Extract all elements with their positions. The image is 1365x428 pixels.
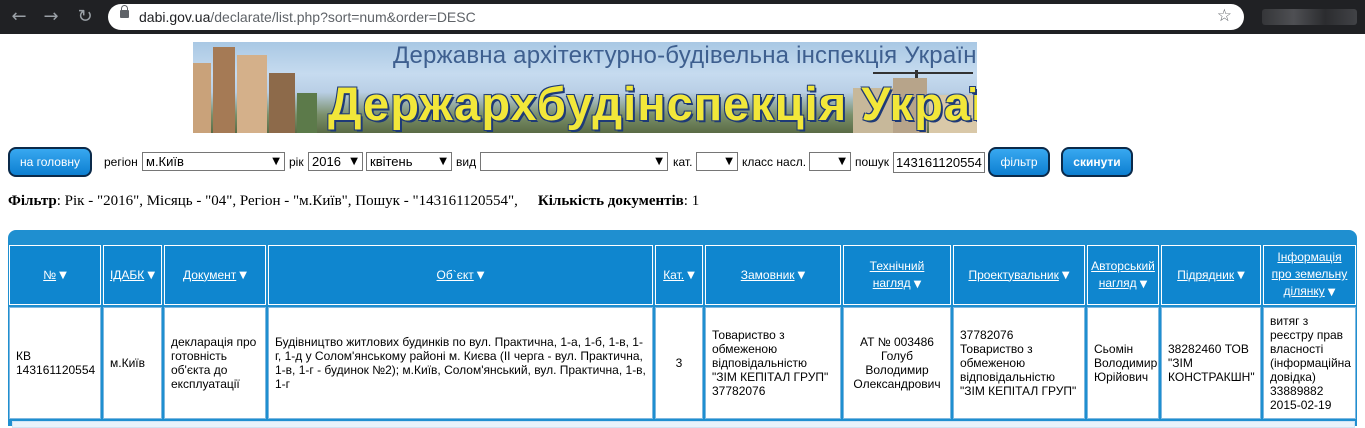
year-select[interactable]: 2016 ▼ <box>308 152 363 171</box>
sort-link-designer[interactable]: Проектувальник <box>968 267 1058 284</box>
sort-triangle-icon: ▼ <box>476 269 485 281</box>
chevron-down-icon: ▼ <box>350 156 358 167</box>
sort-triangle-icon: ▼ <box>1327 287 1336 298</box>
cell-tech-supervision: АТ № 003486 Голуб Володимир Олександрови… <box>843 307 951 419</box>
banner-building <box>237 55 267 133</box>
cell-number: КВ 143161120554 <box>9 307 101 419</box>
sort-link-idabk[interactable]: ІДАБК <box>110 267 144 284</box>
kind-select[interactable]: ▼ <box>480 152 668 171</box>
url-host: dabi.gov.ua <box>139 9 211 25</box>
sort-triangle-icon: ▼ <box>239 269 247 281</box>
filter-summary-label: Фільтр <box>8 193 57 209</box>
column-header-idabk[interactable]: ІДАБК ▼ <box>103 245 162 305</box>
region-select-value: м.Київ <box>146 154 184 169</box>
cell-designer: 37782076 Товариство з обмеженою відповід… <box>953 307 1085 419</box>
sort-triangle-icon: ▼ <box>797 269 806 281</box>
cell-customer: Товариство з обмеженою відповідальністю … <box>705 307 841 419</box>
column-header-author-supervision[interactable]: Авторський нагляд ▼ <box>1087 245 1159 305</box>
month-select-value: квітень <box>370 154 413 169</box>
column-header-number[interactable]: № ▼ <box>9 245 101 305</box>
table-bottom-edge <box>12 421 1355 428</box>
region-select[interactable]: м.Київ ▼ <box>142 152 285 171</box>
sort-triangle-icon: ▼ <box>913 278 922 290</box>
column-header-designer[interactable]: Проектувальник ▼ <box>953 245 1085 305</box>
sort-triangle-icon: ▼ <box>1061 269 1070 281</box>
cell-land-info: витяг з реєстру прав власності (інформац… <box>1263 307 1356 419</box>
sort-link-contractor[interactable]: Підрядник <box>1177 267 1234 284</box>
sort-triangle-icon: ▼ <box>1237 269 1245 281</box>
sort-triangle-icon: ▼ <box>59 269 67 281</box>
year-label: рік <box>289 155 304 169</box>
chevron-down-icon: ▼ <box>272 156 280 167</box>
banner-building <box>213 47 235 133</box>
year-select-value: 2016 <box>312 154 341 169</box>
forward-arrow-icon[interactable]: → <box>40 6 62 28</box>
chevron-down-icon: ▼ <box>439 156 447 167</box>
kind-label: вид <box>456 155 477 169</box>
reset-button[interactable]: скинути <box>1061 147 1133 177</box>
header-banner: Державна архітектурно-будівельна інспекц… <box>193 42 977 133</box>
region-label: регіон <box>104 155 138 169</box>
back-arrow-icon[interactable]: ← <box>8 6 30 28</box>
address-bar[interactable]: dabi.gov.ua/declarate/list.php?sort=num&… <box>108 4 1244 30</box>
lock-icon <box>120 5 129 18</box>
sort-link-document[interactable]: Документ <box>183 267 236 284</box>
sort-triangle-icon: ▼ <box>687 269 695 281</box>
declarations-table: № ▼ ІДАБК ▼ Документ ▼ Об`єкт ▼ Кат. ▼ Замовн… <box>8 230 1357 428</box>
url-text: dabi.gov.ua/declarate/list.php?sort=num&… <box>139 9 476 25</box>
column-header-customer[interactable]: Замовник ▼ <box>705 245 841 305</box>
banner-title: Держархбудінспекція України <box>328 77 977 130</box>
sort-triangle-icon: ▼ <box>1139 278 1148 290</box>
browser-toolbar: ← → ↻ dabi.gov.ua/declarate/list.php?sor… <box>0 0 1365 34</box>
column-header-contractor[interactable]: Підрядник ▼ <box>1161 245 1261 305</box>
document-count-label: Кількість документів <box>537 193 684 209</box>
class-select[interactable]: ▼ <box>809 152 851 171</box>
filter-summary-text: : Рік - "2016", Місяць - "04", Регіон - … <box>56 193 518 209</box>
column-header-object[interactable]: Об`єкт ▼ <box>268 245 653 305</box>
column-header-document[interactable]: Документ ▼ <box>164 245 266 305</box>
chevron-down-icon: ▼ <box>655 156 663 167</box>
url-path: /declarate/list.php?sort=num&order=DESC <box>210 9 476 25</box>
filter-summary: Фільтр: Рік - "2016", Місяць - "04", Рег… <box>8 193 699 210</box>
chevron-down-icon: ▼ <box>725 156 733 167</box>
cell-document: декларація про готовність об'єкта до екс… <box>164 307 266 419</box>
banner-building <box>193 63 211 133</box>
column-header-tech-supervision[interactable]: Технічний нагляд ▼ <box>843 245 951 305</box>
category-select[interactable]: ▼ <box>696 152 738 171</box>
cell-idabk: м.Київ <box>103 307 162 419</box>
cell-category: 3 <box>655 307 703 419</box>
bookmark-star-icon[interactable]: ☆ <box>1217 6 1232 26</box>
cell-contractor: 38282460 ТОВ "ЗІМ КОНСТРАКШН" <box>1161 307 1261 419</box>
sort-link-number[interactable]: № <box>43 267 56 284</box>
sort-link-category[interactable]: Кат. <box>663 267 684 284</box>
cell-author-supervision: Сьомін Володимир Юрійович <box>1087 307 1159 419</box>
sort-triangle-icon: ▼ <box>147 269 156 281</box>
search-input[interactable]: 143161120554 <box>893 152 985 173</box>
banner-tree <box>297 93 317 133</box>
search-label: пошук <box>855 155 890 169</box>
filter-button[interactable]: фільтр <box>988 147 1050 177</box>
month-select[interactable]: квітень ▼ <box>366 152 452 171</box>
banner-building <box>269 73 295 133</box>
sort-link-object[interactable]: Об`єкт <box>437 267 474 284</box>
chevron-down-icon: ▼ <box>838 156 846 167</box>
category-label: кат. <box>673 155 693 169</box>
document-count-value: : 1 <box>683 193 700 209</box>
cell-object: Будівництво житлових будинків по вул. Пр… <box>268 307 653 419</box>
column-header-land-info[interactable]: Інформація про земельну ділянку ▼ <box>1263 245 1356 305</box>
reload-icon[interactable]: ↻ <box>74 6 96 28</box>
home-button[interactable]: на головну <box>8 147 92 177</box>
column-header-category[interactable]: Кат. ▼ <box>655 245 703 305</box>
banner-subtitle: Державна архітектурно-будівельна інспекц… <box>393 42 977 69</box>
profile-area <box>1262 9 1357 25</box>
sort-link-land-info[interactable]: Інформація про земельну ділянку <box>1272 250 1348 298</box>
class-label: класс насл. <box>742 155 807 169</box>
banner-crane <box>873 72 973 74</box>
sort-link-customer[interactable]: Замовник <box>741 267 795 284</box>
